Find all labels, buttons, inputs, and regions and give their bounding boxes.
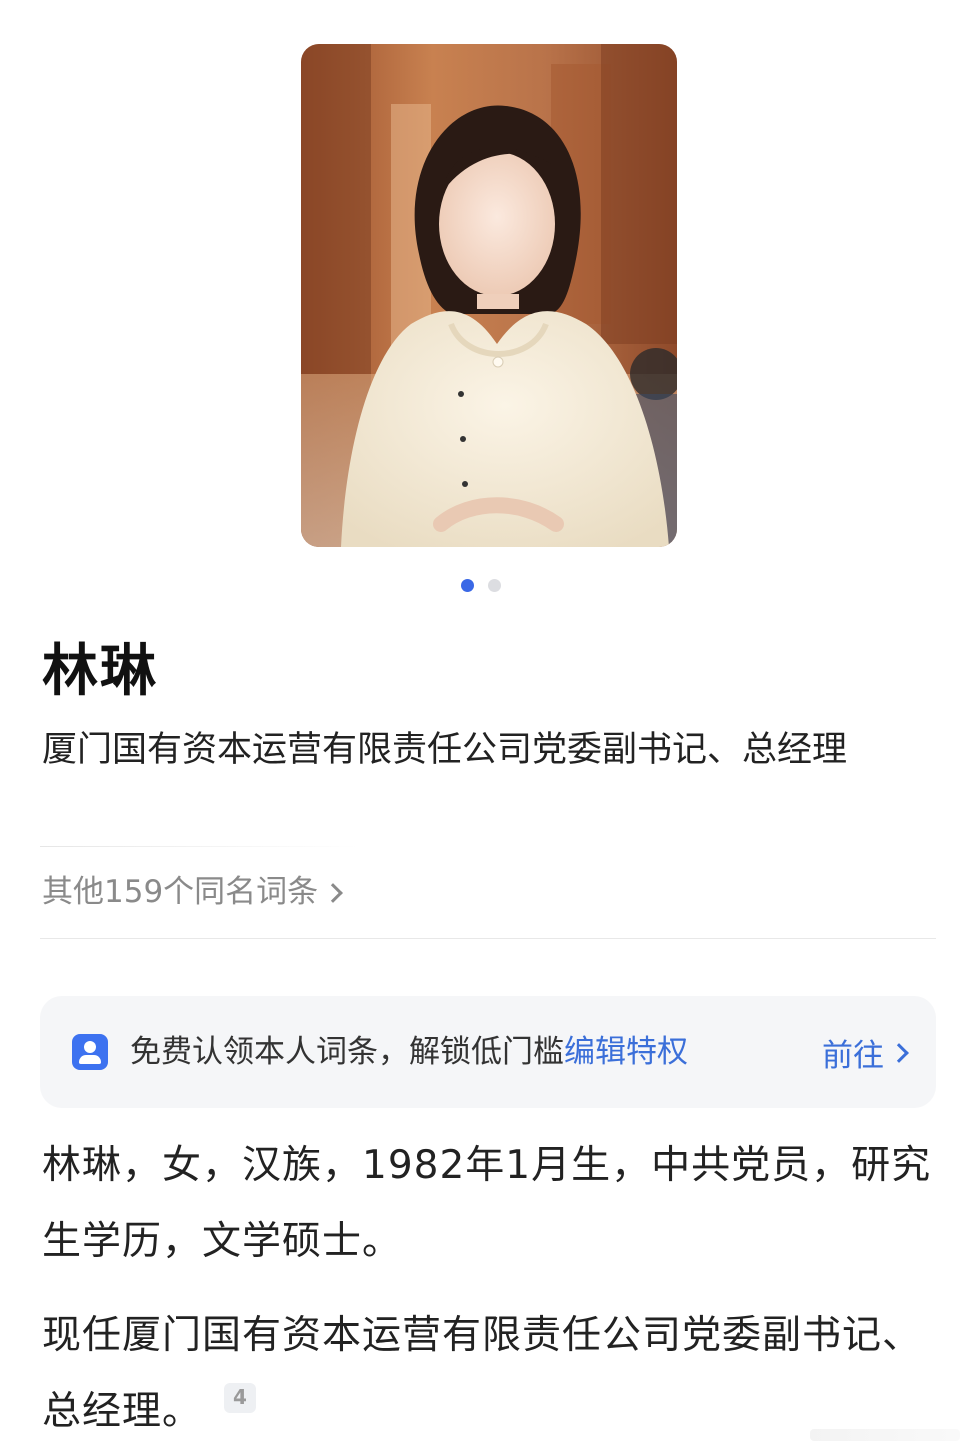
claim-entry-message: 免费认领本人词条，解锁低门槛 bbox=[130, 1034, 564, 1070]
same-name-entries-label: 其他159个同名词条 bbox=[42, 874, 319, 910]
claim-go-button[interactable]: 前往 bbox=[822, 1030, 909, 1075]
intro-paragraph: 现任厦门国有资本运营有限责任公司党委副书记、总经理。 4 bbox=[42, 1298, 942, 1450]
chevron-right-icon bbox=[889, 1043, 909, 1063]
claim-go-label: 前往 bbox=[822, 1037, 884, 1074]
carousel-dot[interactable] bbox=[488, 579, 501, 592]
edit-privilege-link[interactable]: 编辑特权 bbox=[564, 1034, 688, 1070]
divider bbox=[40, 846, 360, 847]
carousel-dot-active[interactable] bbox=[461, 579, 474, 592]
intro-paragraph-text: 现任厦门国有资本运营有限责任公司党委副书记、总经理。 bbox=[42, 1313, 923, 1434]
claim-entry-banner[interactable]: 免费认领本人词条，解锁低门槛编辑特权 前往 bbox=[40, 996, 936, 1108]
person-name: 林琳 bbox=[42, 639, 158, 704]
claim-entry-text: 免费认领本人词条，解锁低门槛编辑特权 bbox=[130, 1032, 822, 1072]
person-title: 厦门国有资本运营有限责任公司党委副书记、总经理 bbox=[42, 730, 848, 770]
carousel-indicator[interactable] bbox=[461, 579, 501, 592]
same-name-entries-link[interactable]: 其他159个同名词条 bbox=[42, 868, 344, 916]
divider bbox=[40, 938, 936, 939]
person-card-icon bbox=[72, 1034, 108, 1070]
profile-photo-image bbox=[301, 44, 677, 547]
watermark bbox=[810, 1429, 960, 1441]
citation-badge[interactable]: 4 bbox=[224, 1383, 256, 1413]
intro-paragraph: 林琳，女，汉族，1982年1月生，中共党员，研究生学历，文学硕士。 bbox=[42, 1143, 932, 1264]
profile-photo[interactable] bbox=[301, 44, 677, 547]
chevron-right-icon bbox=[323, 883, 344, 903]
